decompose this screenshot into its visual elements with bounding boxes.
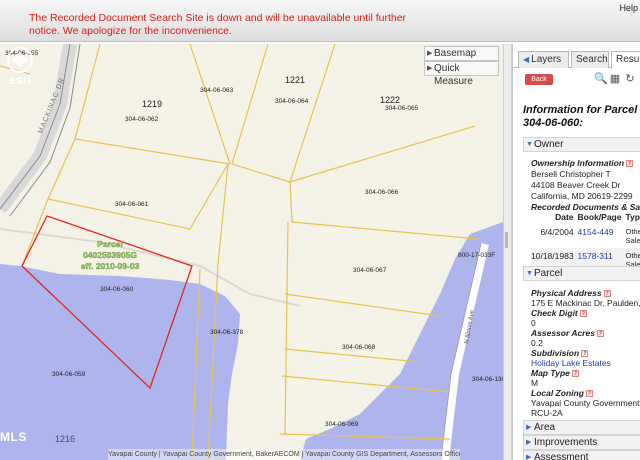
info-title: Information for Parcel 304-06-060: bbox=[523, 104, 638, 129]
tab-search[interactable]: Search bbox=[571, 51, 609, 68]
column-header: Book/Page bbox=[577, 212, 622, 222]
parcel-label: 304-06-067 bbox=[353, 267, 387, 274]
panel-tabs: ◀Layers Search Results bbox=[513, 48, 640, 69]
basemap-button[interactable]: ▶ Basemap bbox=[424, 46, 499, 61]
local-zoning-value: Yavapai County Government bbox=[531, 398, 640, 408]
quick-measure-button[interactable]: ▶ Quick Measure bbox=[424, 61, 499, 87]
highlight-label: 0402503905G bbox=[83, 250, 137, 260]
parcel-label: 304-06-062 bbox=[125, 116, 159, 123]
assessor-acres-value: 0.2 bbox=[531, 338, 543, 348]
column-header: Type bbox=[625, 212, 640, 222]
lot-number: 1219 bbox=[142, 99, 162, 109]
map-view[interactable]: 1219 1221 1222 1216 304-06-155 304-06-06… bbox=[0, 44, 503, 460]
triangle-right-icon: ▶ bbox=[427, 50, 433, 57]
help-link[interactable]: Help bbox=[619, 3, 638, 13]
map-canvas[interactable]: 1219 1221 1222 1216 304-06-155 304-06-06… bbox=[0, 44, 503, 460]
subdivision-label: Subdivision? bbox=[531, 348, 589, 358]
improvements-section-header[interactable]: ▶ Improvements bbox=[523, 435, 640, 450]
triangle-down-icon: ▼ bbox=[526, 270, 533, 277]
parcel-label: 304-06-068 bbox=[342, 344, 376, 351]
parcel-label: 304-06-069 bbox=[325, 421, 359, 428]
map-type-value: M bbox=[531, 378, 539, 388]
parcel-label: 304-06-378 bbox=[210, 329, 244, 336]
owner-address-line1: 44108 Beaver Creek Dr bbox=[531, 180, 621, 190]
tab-results[interactable]: Results bbox=[611, 51, 640, 69]
parcel-label: 800-17-033F bbox=[458, 252, 495, 259]
help-icon[interactable]: ? bbox=[596, 330, 604, 338]
help-icon[interactable]: ? bbox=[626, 160, 634, 168]
local-zoning-label: Local Zoning? bbox=[531, 388, 593, 398]
help-icon[interactable]: ? bbox=[571, 370, 579, 378]
local-zoning-code: RCU-2A bbox=[531, 408, 563, 418]
physical-address-label: Physical Address? bbox=[531, 288, 611, 298]
help-icon[interactable]: ? bbox=[585, 390, 593, 398]
svg-text:esri: esri bbox=[9, 73, 30, 87]
refresh-icon[interactable]: ↻ bbox=[624, 73, 636, 85]
check-digit-value: 0 bbox=[531, 318, 536, 328]
map-type-label: Map Type? bbox=[531, 368, 579, 378]
lot-number: 1216 bbox=[55, 434, 75, 444]
parcel-label: 304-06-066 bbox=[365, 189, 399, 196]
splitter-handle[interactable] bbox=[505, 232, 508, 248]
map-attribution: Yavapai County | Yavapai County Governme… bbox=[108, 449, 460, 460]
recorded-docs-label: Recorded Documents & Sales bbox=[531, 202, 640, 212]
owner-section-header[interactable]: ▼ Owner bbox=[523, 137, 640, 152]
ownership-label: Ownership Information? bbox=[531, 158, 634, 168]
mls-watermark: MLS bbox=[0, 430, 27, 444]
results-toolbar: Back 🔍 ▦ ↻ bbox=[513, 72, 640, 88]
table-view-icon[interactable]: ▦ bbox=[609, 73, 621, 85]
subdivision-link[interactable]: Holiday Lake Estates bbox=[531, 358, 611, 368]
panel-divider[interactable] bbox=[503, 44, 512, 460]
back-button[interactable]: Back bbox=[525, 74, 553, 85]
parcel-label: 304-06-063 bbox=[200, 87, 234, 94]
triangle-left-icon: ◀ bbox=[523, 55, 530, 64]
recorded-docs-table: Date Book/Page Type 6/4/2004 4154-449 Ot… bbox=[531, 212, 640, 272]
owner-name: Bersell Christopher T bbox=[531, 169, 611, 179]
notice-banner: The Recorded Document Search Site is dow… bbox=[0, 0, 640, 42]
physical-address-value: 175 E Mackinac Dr, Paulden, 8 bbox=[531, 298, 640, 308]
column-header: Date bbox=[555, 212, 574, 222]
help-icon[interactable]: ? bbox=[579, 310, 587, 318]
parcel-label: 304-06-065 bbox=[385, 105, 419, 112]
check-digit-label: Check Digit? bbox=[531, 308, 587, 318]
tab-layers[interactable]: ◀ Layers bbox=[518, 51, 569, 68]
parcel-section-header[interactable]: ▼ Parcel bbox=[523, 266, 640, 281]
assessor-acres-label: Assessor Acres? bbox=[531, 328, 604, 338]
triangle-right-icon: ▶ bbox=[526, 439, 532, 446]
table-row: 6/4/2004 4154-449 Other Sale bbox=[540, 227, 640, 245]
assessment-section-header[interactable]: ▶ Assessment bbox=[523, 450, 640, 460]
owner-address-line2: California, MD 20619-2299 bbox=[531, 191, 633, 201]
triangle-right-icon: ▶ bbox=[526, 454, 532, 460]
outage-message: The Recorded Document Search Site is dow… bbox=[29, 12, 407, 37]
help-icon[interactable]: ? bbox=[603, 290, 611, 298]
triangle-down-icon: ▼ bbox=[526, 141, 533, 148]
book-page-link[interactable]: 4154-449 bbox=[578, 227, 614, 237]
help-icon[interactable]: ? bbox=[581, 350, 589, 358]
parcel-label: 304-06-061 bbox=[115, 201, 149, 208]
parcel-label: 304-06-059 bbox=[52, 371, 86, 378]
lot-number: 1222 bbox=[380, 95, 400, 105]
zoom-to-icon[interactable]: 🔍 bbox=[594, 73, 608, 85]
parcel-label: 304-06-130 bbox=[472, 376, 503, 383]
book-page-link[interactable]: 1578-311 bbox=[578, 251, 613, 261]
area-section-header[interactable]: ▶ Area bbox=[523, 420, 640, 435]
results-panel: ◀Layers Search Results Back 🔍 ▦ ↻ Inform… bbox=[512, 44, 640, 460]
triangle-right-icon: ▶ bbox=[427, 65, 433, 72]
highlight-label: eff. 2010-09-03 bbox=[81, 261, 140, 271]
highlight-label: Parcel bbox=[97, 239, 123, 249]
esri-logo-icon: esri bbox=[7, 47, 33, 87]
parcel-label: 304-06-064 bbox=[275, 98, 309, 105]
parcel-label: 304-06-060 bbox=[100, 286, 134, 293]
triangle-right-icon: ▶ bbox=[526, 424, 532, 431]
lot-number: 1221 bbox=[285, 75, 305, 85]
lake-area bbox=[0, 264, 240, 460]
